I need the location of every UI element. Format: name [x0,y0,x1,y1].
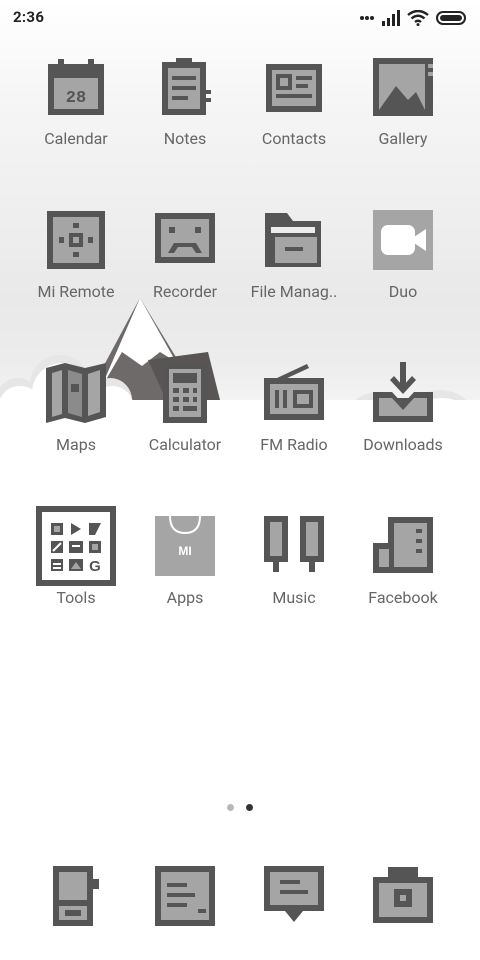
signal-bars-icon [382,10,400,26]
app-label: Notes [163,129,207,148]
chat-icon [264,866,324,922]
app-maps[interactable]: Maps [16,312,136,454]
gallery-icon [373,58,433,116]
app-label: File Manag.. [250,282,338,301]
facebook-icon [373,517,433,573]
app-label: Apps [166,588,204,607]
headphones-icon [264,516,324,572]
battery-icon [436,11,466,25]
app-label: Mi Remote [37,282,115,301]
app-file-manager[interactable]: File Manag.. [234,159,354,301]
wifi-icon [407,10,429,26]
app-mi-remote[interactable]: Mi Remote [16,159,136,301]
tools-folder-icon: G [36,506,116,586]
app-label: Music [272,588,316,607]
tools-glyph: G [89,558,101,575]
page-dot-1[interactable] [227,804,234,811]
app-music[interactable]: Music [234,465,354,607]
app-fm-radio[interactable]: FM Radio [234,312,354,454]
notes-icon [162,58,211,115]
apps-brand-text: MI [178,544,191,558]
app-calculator[interactable]: Calculator [125,312,245,454]
app-duo[interactable]: Duo [343,159,463,301]
app-label: Recorder [152,282,218,301]
app-label: FM Radio [260,435,328,454]
calendar-icon: 28 [48,59,104,115]
page-indicator [0,800,480,816]
dock-chat[interactable] [254,856,334,936]
app-label: Contacts [261,129,327,148]
recorder-icon [155,213,215,263]
page-dot-2[interactable] [246,804,253,811]
app-label: Calculator [148,435,222,454]
app-facebook[interactable]: Facebook [343,465,463,607]
map-icon [46,363,106,423]
dock-messages[interactable] [145,856,225,936]
video-camera-icon [373,210,433,270]
dock-camera[interactable] [363,856,443,936]
app-label: Calendar [44,129,108,148]
app-recorder[interactable]: Recorder [125,159,245,301]
remote-icon [47,211,105,269]
radio-icon [264,364,324,420]
phone-icon [53,866,99,926]
status-time: 2:36 [13,8,45,26]
app-apps[interactable]: MI Apps [125,465,245,607]
app-label: Downloads [363,435,443,454]
app-label: Maps [56,435,96,454]
message-icon [155,866,215,926]
contacts-icon [266,64,322,112]
folder-icon [265,213,321,267]
app-label: Duo [388,282,418,301]
dock-phone[interactable] [36,856,116,936]
camera-icon [373,867,433,923]
app-label: Gallery [378,129,428,148]
app-label: Tools [56,588,96,607]
app-tools[interactable]: G Tools [16,465,136,607]
download-icon [373,362,433,422]
calculator-icon [163,363,207,423]
app-downloads[interactable]: Downloads [343,312,463,454]
calendar-day: 28 [66,89,86,108]
mi-bag-icon: MI [155,515,215,576]
signal-dots-icon [360,16,374,20]
app-label: Facebook [368,588,438,607]
status-bar: 2:36 [0,0,480,36]
